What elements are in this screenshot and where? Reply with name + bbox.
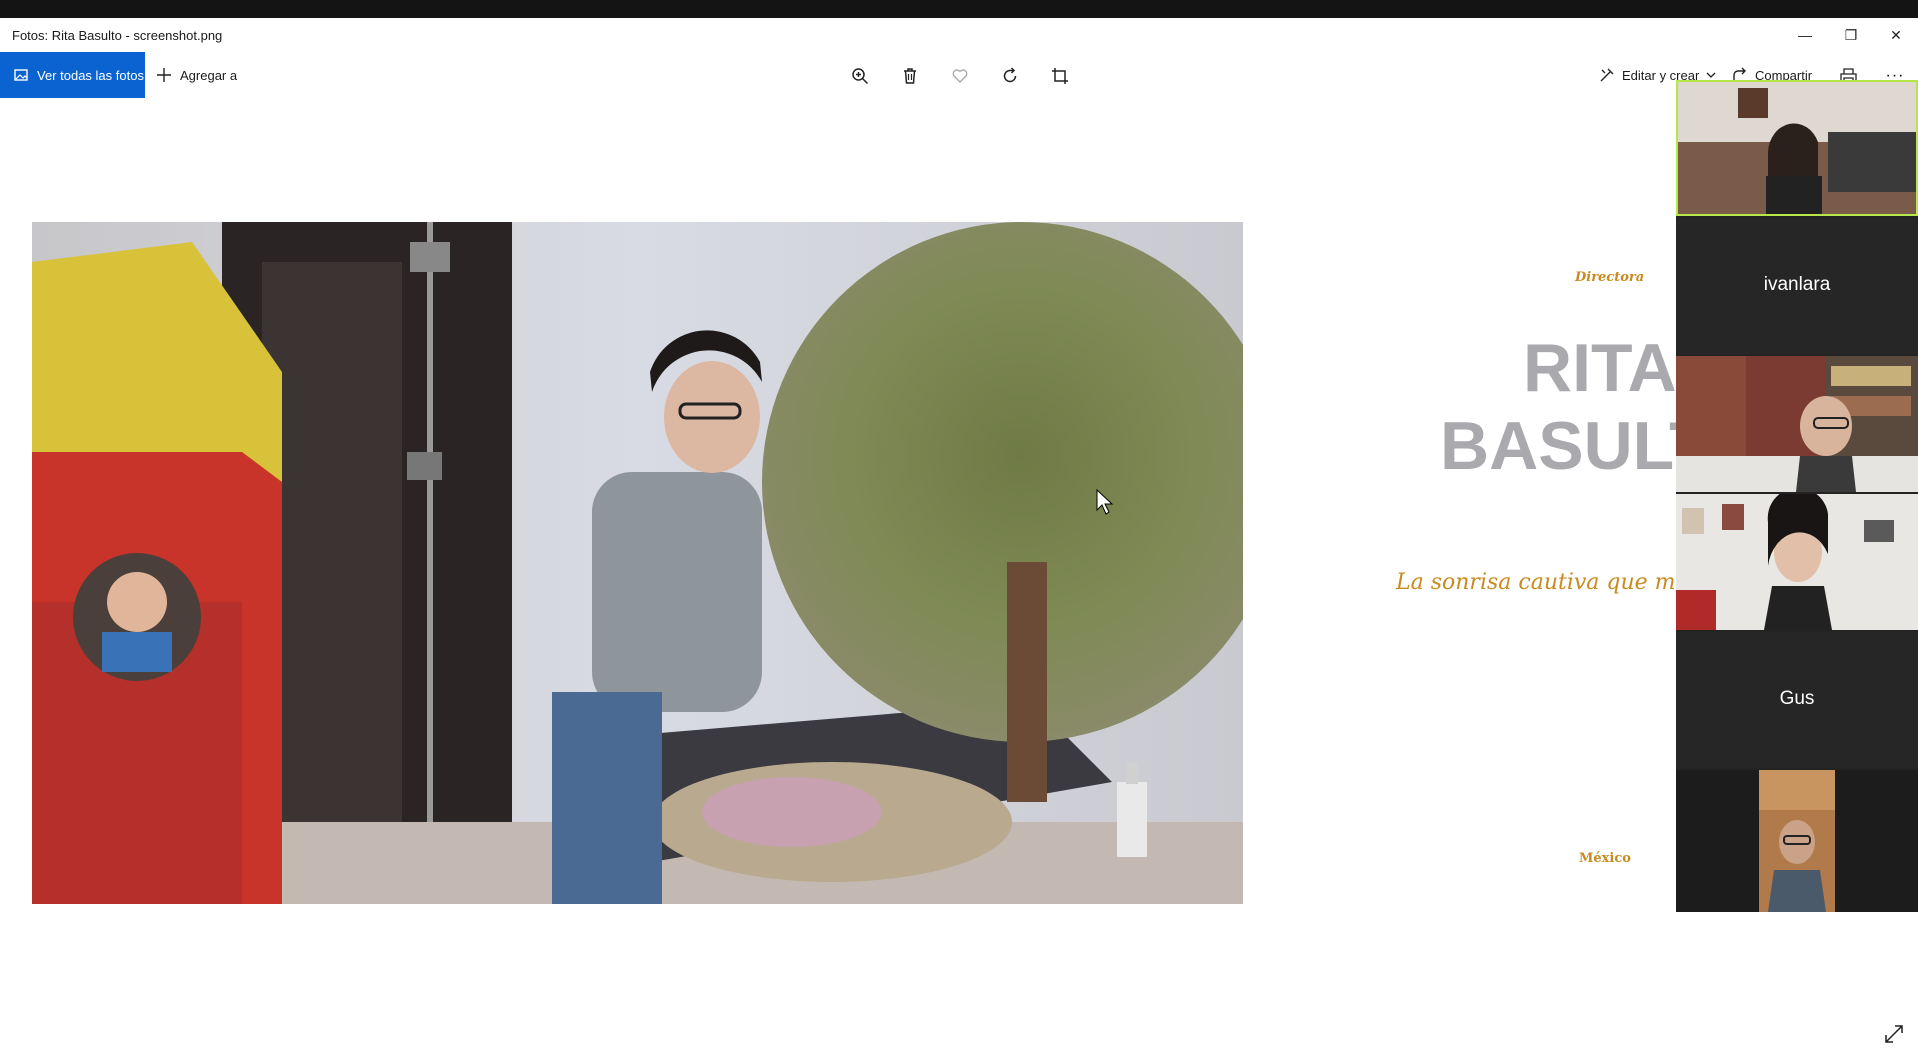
- participant-tile-gus[interactable]: Gus: [1676, 632, 1918, 768]
- expand-button[interactable]: [1883, 1023, 1905, 1045]
- view-all-photos-button[interactable]: Ver todas las fotos: [0, 52, 145, 98]
- participant-tile[interactable]: [1676, 80, 1918, 216]
- window-title: Fotos: Rita Basulto - screenshot.png: [12, 28, 223, 43]
- video-gallery-panel: ivanlara Gus: [1676, 80, 1918, 912]
- delete-button[interactable]: [898, 64, 922, 88]
- participant-tile[interactable]: [1676, 356, 1918, 492]
- participant-video: [1676, 770, 1918, 912]
- slide-country: México: [1579, 851, 1631, 866]
- zoom-in-icon: [852, 68, 869, 85]
- favorite-button[interactable]: [948, 64, 972, 88]
- participant-name: ivanlara: [1763, 274, 1831, 295]
- close-button[interactable]: ✕: [1876, 24, 1916, 46]
- screen-top-bar: [0, 0, 1918, 18]
- crop-button[interactable]: [1048, 64, 1072, 88]
- photos-toolbar: Ver todas las fotos Agregar a Editar y c…: [0, 52, 1918, 98]
- plus-icon: [157, 68, 171, 82]
- expand-icon: [1885, 1025, 1903, 1043]
- photo-image: [32, 222, 1243, 904]
- participant-video: [1678, 82, 1916, 214]
- zoom-in-button[interactable]: [848, 64, 872, 88]
- chevron-down-icon: [1706, 72, 1716, 78]
- view-all-photos-label: Ver todas las fotos: [37, 67, 144, 83]
- photo-artwork: [32, 222, 1243, 904]
- trash-icon: [904, 68, 916, 84]
- restore-button[interactable]: ❐: [1831, 24, 1871, 46]
- crop-icon: [1052, 68, 1068, 84]
- participant-tile[interactable]: [1676, 770, 1918, 912]
- participant-name: Gus: [1779, 688, 1815, 709]
- slide-name-line1: RITA: [1523, 330, 1677, 406]
- add-to-button[interactable]: Agregar a: [156, 52, 237, 98]
- rotate-icon: [1003, 67, 1017, 83]
- heart-icon: [952, 69, 968, 83]
- minimize-button[interactable]: —: [1785, 24, 1825, 46]
- participant-tile-ivanlara[interactable]: ivanlara: [1676, 218, 1918, 354]
- slide-tagline: La sonrisa cautiva que mue: [1396, 570, 1703, 595]
- participant-video: [1676, 356, 1918, 492]
- slide-name-line2: BASULT: [1440, 408, 1711, 484]
- add-to-label: Agregar a: [180, 67, 238, 83]
- edit-icon: [1600, 68, 1614, 82]
- participant-tile[interactable]: [1676, 494, 1918, 630]
- photos-icon: [14, 69, 28, 81]
- slide-role: Directora: [1575, 270, 1645, 285]
- rotate-button[interactable]: [998, 64, 1022, 88]
- window-title-bar: Fotos: Rita Basulto - screenshot.png — ❐…: [0, 18, 1918, 52]
- participant-video: [1676, 494, 1918, 630]
